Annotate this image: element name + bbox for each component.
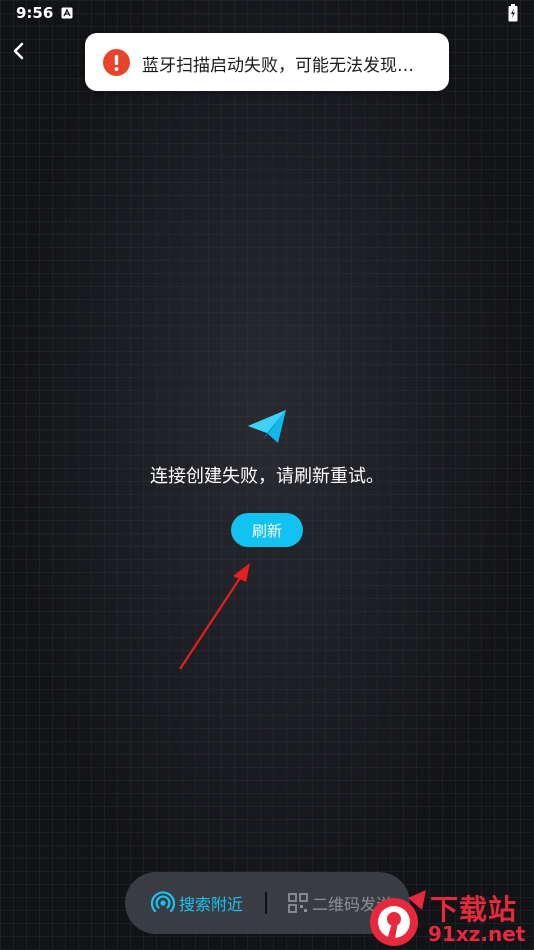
tab-search-nearby-label: 搜索附近 — [179, 895, 244, 914]
battery-charging-icon — [508, 4, 518, 22]
watermark-site: 91xz.net — [428, 922, 526, 946]
toast-notification: 蓝牙扫描启动失败，可能无法发现… — [85, 33, 449, 91]
watermark-logo: 下载站 91xz.net — [364, 888, 534, 950]
status-time: 9:56 — [16, 4, 54, 22]
tab-divider — [265, 892, 267, 914]
chevron-left-icon — [13, 42, 24, 60]
back-button[interactable] — [4, 36, 32, 66]
status-bar: 9:56 — [0, 0, 534, 28]
tab-search-nearby[interactable]: 搜索附近 — [151, 890, 243, 916]
red-arrow-annotation — [179, 563, 250, 670]
toast-message: 蓝牙扫描启动失败，可能无法发现… — [142, 56, 414, 76]
qr-code-icon — [288, 893, 308, 913]
app-notification-icon — [61, 7, 73, 19]
refresh-button[interactable]: 刷新 — [231, 513, 303, 547]
watermark-badge-icon — [370, 890, 426, 946]
nearby-signal-icon — [151, 891, 175, 913]
connection-error-message: 连接创建失败，请刷新重试。 — [150, 466, 384, 487]
paper-plane-icon — [248, 410, 286, 443]
alert-icon — [103, 49, 130, 76]
